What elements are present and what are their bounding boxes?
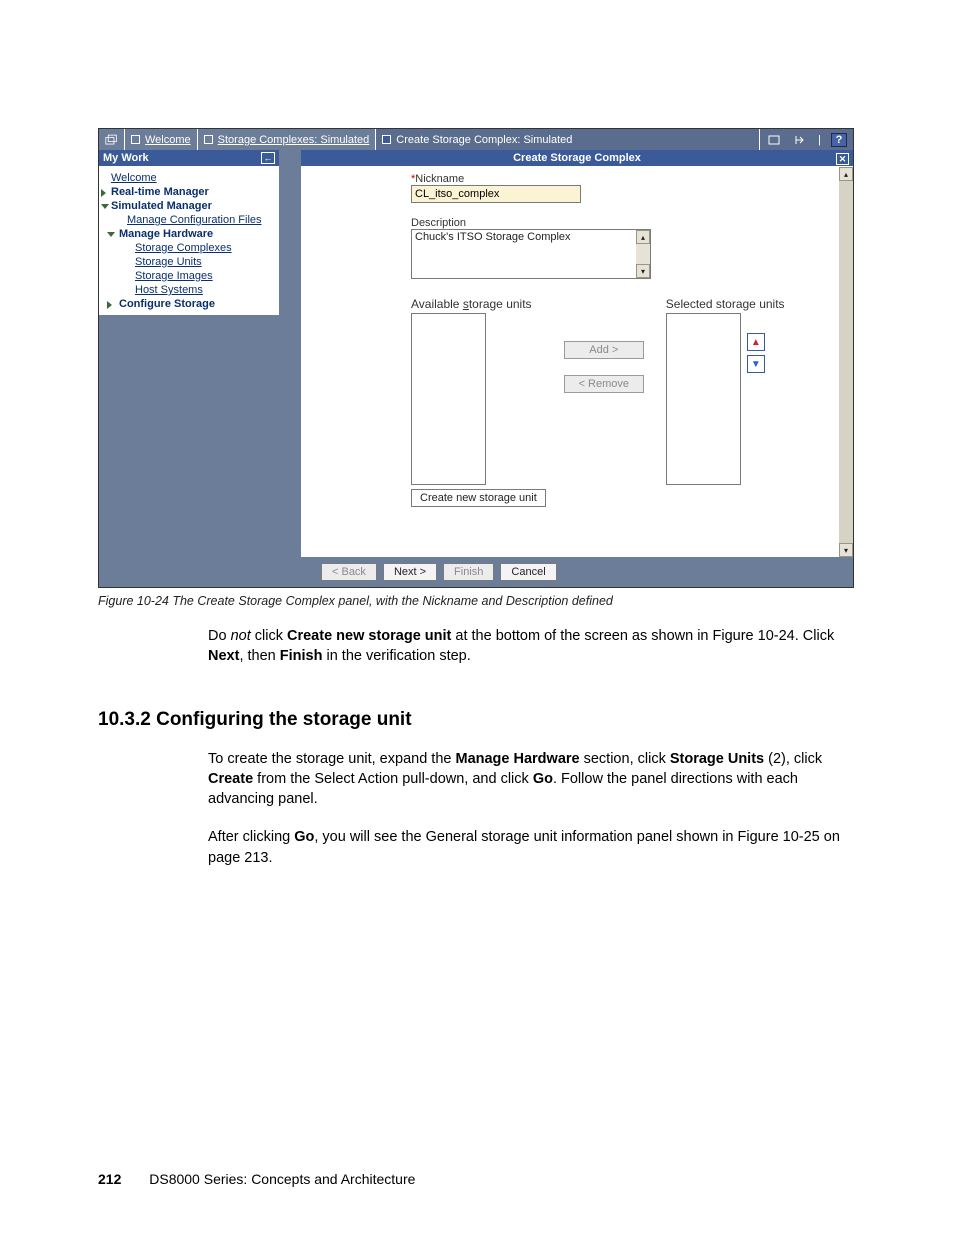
section-heading: 10.3.2 Configuring the storage unit <box>98 709 856 731</box>
main-panel: Create Storage Complex ✕ ▴ ▾ *Nickname D… <box>301 150 853 587</box>
remove-button[interactable]: < Remove <box>564 375 644 393</box>
sidebar: My Work ← Welcome Real-time Manager Simu… <box>99 150 279 587</box>
expand-down-icon <box>101 204 109 209</box>
collapse-icon[interactable]: ← <box>261 152 275 164</box>
available-units-listbox[interactable] <box>411 313 486 485</box>
cancel-button[interactable]: Cancel <box>500 563 556 581</box>
nav-realtime-manager[interactable]: Real-time Manager <box>101 185 277 199</box>
add-button[interactable]: Add > <box>564 341 644 359</box>
expand-icon <box>107 301 112 309</box>
textarea-scrollbar[interactable]: ▴ ▾ <box>636 230 650 278</box>
close-icon[interactable]: ✕ <box>836 153 849 165</box>
exit-icon[interactable] <box>792 133 808 147</box>
available-units-label: Available storage units <box>411 297 546 311</box>
app-icon <box>99 129 125 150</box>
nickname-input[interactable] <box>411 185 581 203</box>
scroll-down-icon[interactable]: ▾ <box>636 264 650 278</box>
move-up-button[interactable]: ▲ <box>747 333 765 351</box>
nav-configure-storage[interactable]: Configure Storage <box>101 297 277 311</box>
panel-title: Create Storage Complex <box>513 152 641 164</box>
tab-storage-complexes-link[interactable]: Storage Complexes: Simulated <box>218 134 370 146</box>
tab-create-complex-label: Create Storage Complex: Simulated <box>396 134 572 146</box>
tab-welcome[interactable]: Welcome <box>125 129 198 150</box>
form-area: ▴ ▾ *Nickname Description Chuck's ITSO S… <box>301 167 853 557</box>
panel-title-bar: Create Storage Complex ✕ <box>301 150 853 167</box>
page-footer: 212 DS8000 Series: Concepts and Architec… <box>98 1171 415 1187</box>
expand-down-icon <box>107 232 115 237</box>
nav-manage-hardware[interactable]: Manage Hardware <box>101 227 277 241</box>
help-icon[interactable]: ? <box>831 133 847 147</box>
next-button[interactable]: Next > <box>383 563 437 581</box>
nav-manage-config-files[interactable]: Manage Configuration Files <box>101 213 277 227</box>
nav-welcome[interactable]: Welcome <box>101 171 277 185</box>
figure-caption: Figure 10-24 The Create Storage Complex … <box>98 594 856 608</box>
paragraph-2: To create the storage unit, expand the M… <box>208 749 856 810</box>
figure-screenshot: Welcome Storage Complexes: Simulated Cre… <box>98 128 854 588</box>
tab-storage-complexes[interactable]: Storage Complexes: Simulated <box>198 129 377 150</box>
nav-storage-complexes[interactable]: Storage Complexes <box>101 241 277 255</box>
restore-icon[interactable] <box>766 133 782 147</box>
window-controls: | ? <box>760 129 853 150</box>
nav-simulated-manager[interactable]: Simulated Manager <box>101 199 277 213</box>
description-label: Description <box>411 217 823 229</box>
tab-create-complex[interactable]: Create Storage Complex: Simulated <box>376 129 760 150</box>
sidebar-title: My Work <box>103 152 149 164</box>
scrollbar[interactable]: ▴ ▾ <box>839 167 853 557</box>
create-new-unit-button[interactable]: Create new storage unit <box>411 489 546 507</box>
tab-welcome-link[interactable]: Welcome <box>145 134 191 146</box>
tab-box-icon <box>204 135 213 144</box>
paragraph-3: After clicking Go, you will see the Gene… <box>208 827 856 868</box>
paragraph-1: Do not click Create new storage unit at … <box>208 626 856 667</box>
scroll-down-icon[interactable]: ▾ <box>839 543 853 557</box>
nickname-label: *Nickname <box>411 173 823 185</box>
selected-units-listbox[interactable] <box>666 313 741 485</box>
tab-box-icon <box>382 135 391 144</box>
nav-host-systems[interactable]: Host Systems <box>101 283 277 297</box>
nav-tree: Welcome Real-time Manager Simulated Mana… <box>99 167 279 315</box>
move-down-button[interactable]: ▼ <box>747 355 765 373</box>
scroll-up-icon[interactable]: ▴ <box>839 167 853 181</box>
tab-box-icon <box>131 135 140 144</box>
page-number: 212 <box>98 1171 121 1187</box>
finish-button[interactable]: Finish <box>443 563 494 581</box>
nav-storage-units[interactable]: Storage Units <box>101 255 277 269</box>
expand-icon <box>101 189 106 197</box>
nav-storage-images[interactable]: Storage Images <box>101 269 277 283</box>
book-title: DS8000 Series: Concepts and Architecture <box>149 1171 415 1187</box>
selected-units-label: Selected storage units <box>666 297 785 311</box>
tab-bar: Welcome Storage Complexes: Simulated Cre… <box>99 129 853 150</box>
description-textarea[interactable]: Chuck's ITSO Storage Complex ▴ ▾ <box>411 229 651 279</box>
back-button[interactable]: < Back <box>321 563 377 581</box>
scroll-up-icon[interactable]: ▴ <box>636 230 650 244</box>
sidebar-header: My Work ← <box>99 150 279 167</box>
